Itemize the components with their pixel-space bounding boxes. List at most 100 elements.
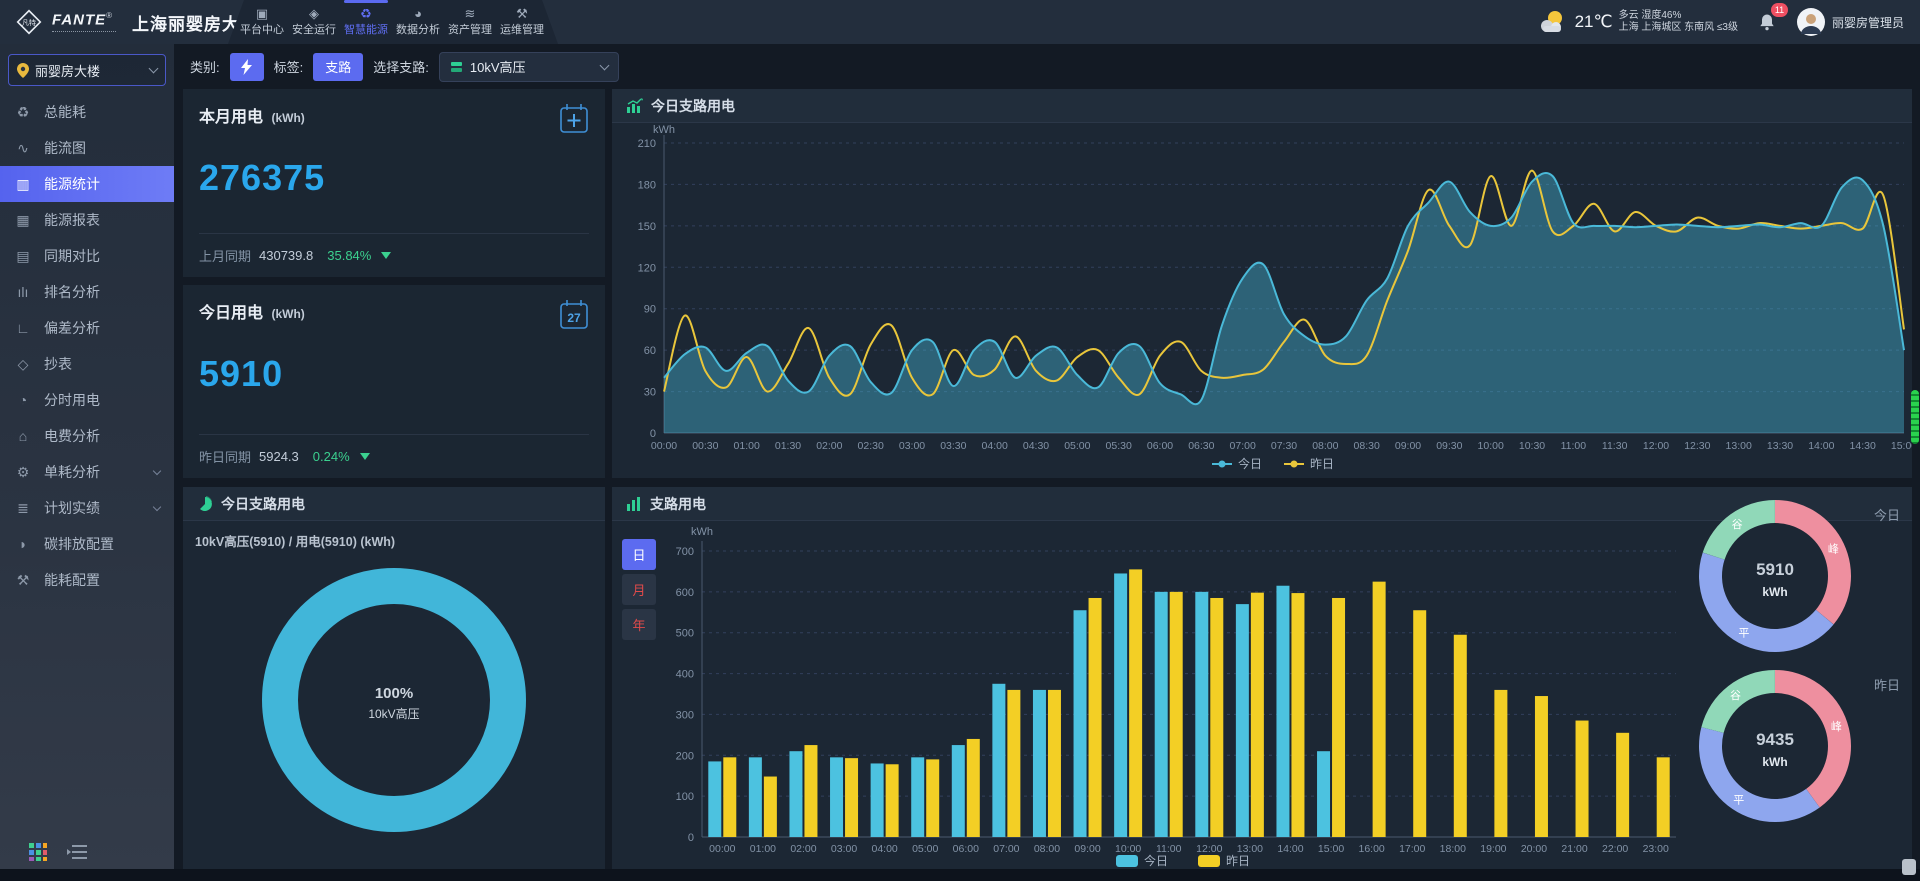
sidebar-item-label: 能流图 <box>44 138 160 158</box>
sidebar-item-能源报表[interactable]: ▦能源报表 <box>0 202 174 238</box>
main-nav: ▣平台中心◈安全运行♻智慧能源◕数据分析≋资产管理⚒运维管理 <box>236 0 548 44</box>
weather-detail: 上海 上海城区 东南风 ≤3级 <box>1619 22 1738 34</box>
building-select-value: 丽婴房大楼 <box>35 61 144 80</box>
sidebar-item-label: 电费分析 <box>44 426 160 446</box>
svg-text:kWh: kWh <box>1762 755 1787 769</box>
scrollbar-thumb[interactable] <box>1911 390 1919 444</box>
category-label: 类别: <box>190 57 220 76</box>
svg-text:08:00: 08:00 <box>1034 843 1060 855</box>
svg-text:03:30: 03:30 <box>940 440 966 452</box>
svg-text:06:00: 06:00 <box>953 843 979 855</box>
month-usage-value: 276375 <box>199 157 589 199</box>
sidebar-item-总能耗[interactable]: ♻总能耗 <box>0 94 174 130</box>
svg-text:150: 150 <box>638 221 656 233</box>
svg-text:凡特: 凡特 <box>22 18 36 27</box>
pie-chart-icon <box>197 496 213 512</box>
period-button-日[interactable]: 日 <box>622 539 656 570</box>
notification-badge: 11 <box>1771 3 1788 17</box>
nav-item-智慧能源[interactable]: ♻智慧能源 <box>340 0 392 44</box>
tag-branch-button[interactable]: 支路 <box>313 53 363 81</box>
svg-text:昨日: 昨日 <box>1874 678 1900 693</box>
category-electric-button[interactable] <box>230 53 264 81</box>
svg-text:07:00: 07:00 <box>993 843 1019 855</box>
sidebar-item-label: 同期对比 <box>44 246 160 266</box>
app-grid-icon[interactable] <box>28 842 48 862</box>
today-card-unit: (kWh) <box>271 307 304 321</box>
svg-text:今日: 今日 <box>1238 456 1262 471</box>
sidebar-item-能流图[interactable]: ∿能流图 <box>0 130 174 166</box>
notifications-button[interactable]: 11 <box>1752 7 1782 37</box>
sidebar-item-label: 计划实绩 <box>44 498 142 518</box>
sidebar-item-能源统计[interactable]: ▥能源统计 <box>0 166 174 202</box>
time-of-use-icon: ◔ <box>14 392 32 408</box>
sidebar-item-偏差分析[interactable]: ∟偏差分析 <box>0 310 174 346</box>
nav-item-安全运行[interactable]: ◈安全运行 <box>288 0 340 44</box>
svg-text:kWh: kWh <box>691 526 713 538</box>
sidebar-item-碳排放配置[interactable]: ◗碳排放配置 <box>0 526 174 562</box>
svg-text:17:00: 17:00 <box>1399 843 1425 855</box>
scroll-corner[interactable] <box>1902 859 1916 875</box>
ops-icon: ⚒ <box>516 7 528 20</box>
nav-label: 资产管理 <box>448 21 492 37</box>
sidebar-item-同期对比[interactable]: ▤同期对比 <box>0 238 174 274</box>
period-button-年[interactable]: 年 <box>622 609 656 640</box>
today-compare-label: 昨日同期 <box>199 447 251 466</box>
svg-text:09:00: 09:00 <box>1395 440 1421 452</box>
trend-chart-icon <box>626 98 643 113</box>
plan-actual-icon: ≣ <box>14 500 32 517</box>
svg-text:14:30: 14:30 <box>1850 440 1876 452</box>
logo: 凡特 FANTE® <box>0 7 116 37</box>
svg-text:06:00: 06:00 <box>1147 440 1173 452</box>
svg-text:12:00: 12:00 <box>1643 440 1669 452</box>
sidebar-item-单耗分析[interactable]: ⚙单耗分析 <box>0 454 174 490</box>
nav-label: 数据分析 <box>396 21 440 37</box>
sidebar-item-电费分析[interactable]: ⌂电费分析 <box>0 418 174 454</box>
svg-text:5910: 5910 <box>1756 560 1794 579</box>
calendar-day-icon[interactable]: 27 <box>557 297 591 331</box>
sidebar-item-计划实绩[interactable]: ≣ 计划实绩 <box>0 490 174 526</box>
sidebar-item-排名分析[interactable]: ılı排名分析 <box>0 274 174 310</box>
branch-label: 选择支路: <box>373 57 429 76</box>
svg-text:04:00: 04:00 <box>871 843 897 855</box>
ranking-icon: ılı <box>14 284 32 300</box>
unit-consumption-icon: ⚙ <box>14 464 32 481</box>
building-select[interactable]: 丽婴房大楼 <box>8 54 166 86</box>
calendar-add-icon[interactable] <box>557 101 591 135</box>
line-chart: 0306090120150180210kWh00:0000:3001:0001:… <box>612 123 1912 478</box>
sidebar-item-label: 偏差分析 <box>44 318 160 338</box>
user-menu[interactable]: 丽婴房管理员 <box>1796 7 1904 37</box>
nav-label: 安全运行 <box>292 21 336 37</box>
svg-text:08:30: 08:30 <box>1354 440 1380 452</box>
svg-text:60: 60 <box>644 345 656 357</box>
today-card-title: 今日用电 <box>199 305 263 322</box>
bottom-strip <box>0 869 1920 881</box>
weather-humidity: 湿度46% <box>1641 10 1681 21</box>
today-compare-value: 5924.3 <box>259 449 299 464</box>
month-compare-label: 上月同期 <box>199 246 251 265</box>
asset-icon: ≋ <box>465 7 476 20</box>
nav-item-运维管理[interactable]: ⚒运维管理 <box>496 0 548 44</box>
period-button-月[interactable]: 月 <box>622 574 656 605</box>
svg-text:11:30: 11:30 <box>1602 440 1628 452</box>
svg-text:峰: 峰 <box>1828 543 1839 556</box>
lightning-icon <box>241 59 252 75</box>
sidebar-item-分时用电[interactable]: ◔分时用电 <box>0 382 174 418</box>
svg-text:02:00: 02:00 <box>790 843 816 855</box>
nav-item-数据分析[interactable]: ◕数据分析 <box>392 0 444 44</box>
nav-item-平台中心[interactable]: ▣平台中心 <box>236 0 288 44</box>
svg-text:03:00: 03:00 <box>899 440 925 452</box>
sidebar-item-能耗配置[interactable]: ⚒能耗配置 <box>0 562 174 598</box>
svg-text:05:00: 05:00 <box>912 843 938 855</box>
nav-label: 平台中心 <box>240 21 284 37</box>
menu-list-icon[interactable] <box>66 844 88 860</box>
energy-report-icon: ▦ <box>14 212 32 229</box>
nav-item-资产管理[interactable]: ≋资产管理 <box>444 0 496 44</box>
branch-usage-bar-panel: 支路用电 日月年 0100200300400500600700kWh00:000… <box>612 487 1912 869</box>
svg-text:昨日: 昨日 <box>1310 457 1334 471</box>
svg-text:100%: 100% <box>375 685 413 702</box>
svg-text:平: 平 <box>1733 794 1744 806</box>
branch-select[interactable]: 10kV高压 <box>439 52 619 82</box>
sidebar-item-抄表[interactable]: ◇抄表 <box>0 346 174 382</box>
svg-text:13:30: 13:30 <box>1767 440 1793 452</box>
svg-text:02:30: 02:30 <box>858 440 884 452</box>
